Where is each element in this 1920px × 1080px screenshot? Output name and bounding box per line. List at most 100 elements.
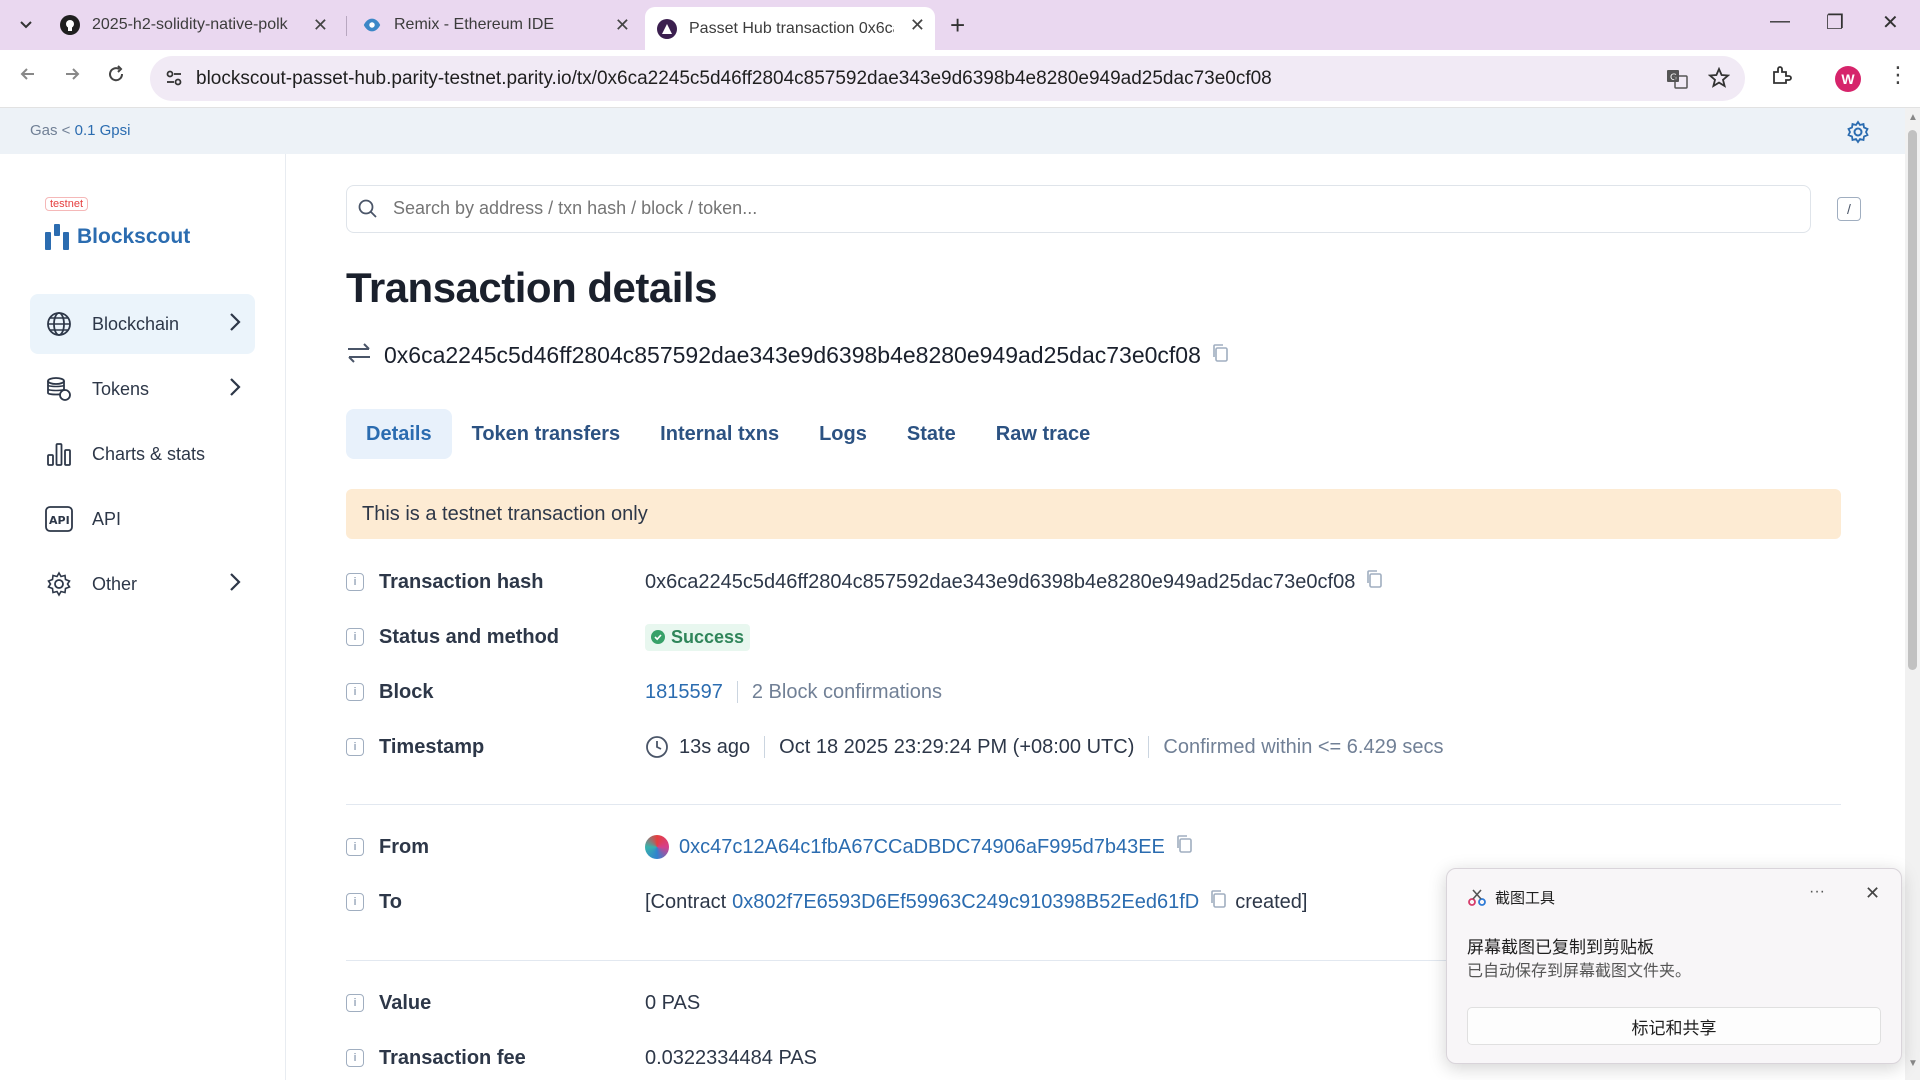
timestamp-value: Oct 18 2025 23:29:24 PM (+08:00 UTC) <box>779 735 1135 758</box>
notification-subtext: 已自动保存到屏幕截图文件夹。 <box>1467 963 1692 980</box>
block-confirmations: 2 Block confirmations <box>751 680 942 703</box>
remix-icon <box>362 15 382 35</box>
close-icon[interactable]: ✕ <box>1865 883 1880 904</box>
sidebar-item-tokens[interactable]: Tokens <box>30 359 255 419</box>
api-icon: API <box>44 504 74 534</box>
star-icon[interactable] <box>1707 66 1731 94</box>
settings-gear-icon[interactable] <box>1846 120 1870 149</box>
status-text: Success <box>671 626 745 647</box>
blockscout-tab-icon <box>657 18 677 39</box>
row-label: Transaction fee <box>379 1046 526 1069</box>
gas-price[interactable]: Gas < 0.1 Gpsi <box>30 122 130 139</box>
tab-label: Passet Hub transaction 0x6ca <box>689 19 894 37</box>
row-label: From <box>379 835 429 858</box>
close-icon[interactable]: ✕ <box>313 15 328 36</box>
coins-icon <box>44 374 74 404</box>
tx-hash-value: 0x6ca2245c5d46ff2804c857592dae343e9d6398… <box>645 570 1356 593</box>
copy-icon[interactable] <box>1175 834 1193 860</box>
globe-icon <box>44 309 74 339</box>
row-label: Value <box>379 991 432 1014</box>
minimize-icon[interactable]: — <box>1770 10 1790 33</box>
info-icon[interactable]: i <box>346 573 364 591</box>
reload-icon[interactable] <box>106 64 126 90</box>
tab-separator <box>346 16 347 36</box>
tab-raw-trace[interactable]: Raw trace <box>976 409 1111 459</box>
tab-logs[interactable]: Logs <box>799 409 887 459</box>
info-icon[interactable]: i <box>346 738 364 756</box>
row-label: To <box>379 890 402 913</box>
tx-hash-title: 0x6ca2245c5d46ff2804c857592dae343e9d6398… <box>384 342 1201 368</box>
close-icon[interactable]: ✕ <box>910 15 925 36</box>
confirmation-time: Confirmed within <= 6.429 secs <box>1163 735 1444 758</box>
extensions-icon[interactable] <box>1770 64 1792 91</box>
contract-address-link[interactable]: 0x802f7E6593D6Ef59963C249c910398B52Eed61… <box>732 891 1199 914</box>
row-timestamp: i Timestamp 13s ago Oct 18 2025 23:29:24… <box>346 731 1444 763</box>
sidebar-item-other[interactable]: Other <box>30 554 255 614</box>
info-icon[interactable]: i <box>346 893 364 911</box>
sidebar-item-label: API <box>92 508 122 529</box>
info-icon[interactable]: i <box>346 683 364 701</box>
section-divider <box>346 804 1841 805</box>
site-settings-icon[interactable] <box>164 68 184 93</box>
blockscout-logo-icon <box>45 224 69 250</box>
copy-icon[interactable] <box>1209 889 1227 915</box>
row-value: 0x6ca2245c5d46ff2804c857592dae343e9d6398… <box>645 569 1383 595</box>
profile-avatar[interactable]: W <box>1835 66 1861 92</box>
row-value: [Contract 0x802f7E6593D6Ef59963C249c9103… <box>645 889 1307 915</box>
info-icon[interactable]: i <box>346 838 364 856</box>
search-bar[interactable]: / <box>346 185 1861 233</box>
row-from: i From 0xc47c12A64c1fbA67CCaDBDC74906aF9… <box>346 831 1193 863</box>
browser-tab-github[interactable]: 2025-h2-solidity-native-polk ✕ <box>48 7 338 43</box>
sidebar-item-api[interactable]: API API <box>30 489 255 549</box>
copy-icon[interactable] <box>1365 569 1383 595</box>
to-prefix: [Contract <box>645 890 727 913</box>
close-icon[interactable]: ✕ <box>615 15 630 36</box>
status-badge: Success <box>645 623 751 651</box>
browser-menu-icon[interactable]: ⋮ <box>1887 62 1909 88</box>
info-icon[interactable]: i <box>346 1049 364 1067</box>
new-tab-button[interactable]: + <box>950 12 965 38</box>
sidebar-item-blockchain[interactable]: Blockchain <box>30 294 255 354</box>
address-bar[interactable]: blockscout-passet-hub.parity-testnet.par… <box>150 56 1745 101</box>
gas-strip: Gas < 0.1 Gpsi <box>0 108 1905 154</box>
search-input[interactable] <box>393 198 1693 219</box>
sidebar: testnet Blockscout Blockchain Tokens Cha… <box>0 154 286 1080</box>
forward-arrow-icon[interactable] <box>62 64 82 90</box>
row-value: i Value 0 PAS <box>346 987 700 1019</box>
sidebar-item-charts-stats[interactable]: Charts & stats <box>30 424 255 484</box>
mark-and-share-button[interactable]: 标记和共享 <box>1467 1007 1881 1045</box>
scrollbar-thumb[interactable] <box>1908 130 1917 670</box>
browser-tab-remix[interactable]: Remix - Ethereum IDE ✕ <box>350 7 640 43</box>
time-ago: 13s ago <box>679 735 751 758</box>
blockscout-logo[interactable]: Blockscout <box>45 224 190 250</box>
tab-details[interactable]: Details <box>346 409 452 459</box>
tx-hash-header: 0x6ca2245c5d46ff2804c857592dae343e9d6398… <box>346 342 1229 369</box>
info-icon[interactable]: i <box>346 628 364 646</box>
translate-icon[interactable]: G <box>1665 67 1689 96</box>
back-arrow-icon[interactable] <box>18 64 38 90</box>
tab-internal-txns[interactable]: Internal txns <box>640 409 799 459</box>
browser-tab-passet-hub[interactable]: Passet Hub transaction 0x6ca ✕ <box>645 7 935 50</box>
from-address-link[interactable]: 0xc47c12A64c1fbA67CCaDBDC74906aF995d7b43… <box>679 836 1165 859</box>
page-scrollbar[interactable]: ▲ ▼ <box>1905 108 1920 1080</box>
gear-icon <box>44 569 74 599</box>
restore-icon[interactable]: ❐ <box>1826 10 1844 35</box>
github-icon <box>60 15 80 35</box>
window-close-icon[interactable]: ✕ <box>1882 10 1899 35</box>
sidebar-item-label: Tokens <box>92 378 150 399</box>
info-icon[interactable]: i <box>346 994 364 1012</box>
tab-label: Remix - Ethereum IDE <box>394 16 555 33</box>
block-link[interactable]: 1815597 <box>645 681 723 704</box>
more-options-icon[interactable]: ··· <box>1809 883 1825 901</box>
copy-icon[interactable] <box>1211 343 1229 368</box>
scroll-up-icon[interactable]: ▲ <box>1908 112 1918 123</box>
value-amount: 0 PAS <box>645 991 701 1014</box>
tab-token-transfers[interactable]: Token transfers <box>452 409 641 459</box>
row-label: Timestamp <box>379 735 485 758</box>
check-circle-icon <box>651 630 665 644</box>
scroll-down-icon[interactable]: ▼ <box>1908 1058 1918 1069</box>
sidebar-item-label: Other <box>92 573 138 594</box>
tab-search-button[interactable] <box>12 12 40 38</box>
url-text: blockscout-passet-hub.parity-testnet.par… <box>196 68 1272 89</box>
tab-state[interactable]: State <box>887 409 976 459</box>
